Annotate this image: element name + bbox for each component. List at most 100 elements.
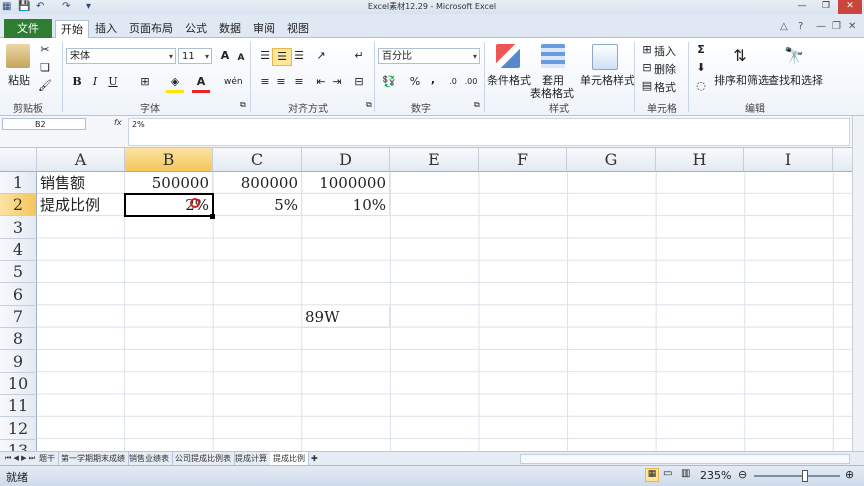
tab-review[interactable]: 审阅 bbox=[250, 20, 278, 38]
cell-d7[interactable]: 89W bbox=[302, 306, 390, 328]
cell-a1[interactable]: 销售额 bbox=[37, 172, 125, 194]
row-header-6[interactable]: 6 bbox=[0, 283, 37, 306]
column-header-g[interactable]: G bbox=[567, 148, 656, 172]
new-sheet-icon[interactable]: ✚ bbox=[308, 452, 321, 465]
delete-cells-button[interactable]: 删除 bbox=[654, 61, 676, 77]
cell-styles-icon[interactable] bbox=[592, 44, 618, 70]
worksheet-grid[interactable]: A B C D E F G H I 1 2 3 4 5 6 7 8 9 10 1… bbox=[0, 148, 852, 451]
find-select-icon[interactable]: 🔭 bbox=[782, 44, 806, 68]
fill-handle[interactable] bbox=[210, 214, 215, 219]
font-name-combo[interactable]: 宋体 ▾ bbox=[66, 48, 176, 64]
row-header-12[interactable]: 12 bbox=[0, 417, 37, 440]
italic-button[interactable]: I bbox=[86, 74, 104, 90]
font-size-combo[interactable]: 11 ▾ bbox=[178, 48, 212, 64]
cut-icon[interactable]: ✂ bbox=[36, 42, 54, 58]
doc-restore-icon[interactable]: ❐ bbox=[832, 21, 841, 32]
cell-styles-button[interactable]: 单元格样式 bbox=[580, 72, 635, 88]
conditional-format-icon[interactable] bbox=[496, 44, 520, 68]
sheet-tab-active[interactable]: 提成比例 bbox=[270, 452, 309, 465]
format-cells-button[interactable]: 格式 bbox=[654, 79, 676, 95]
paste-icon[interactable] bbox=[6, 44, 30, 68]
close-icon[interactable]: ✕ bbox=[838, 0, 862, 14]
row-header-2[interactable]: 2 bbox=[0, 194, 37, 216]
column-header-d[interactable]: D bbox=[302, 148, 390, 172]
page-layout-view-icon[interactable]: ▭ bbox=[663, 468, 672, 479]
zoom-out-icon[interactable]: ⊖ bbox=[738, 468, 747, 481]
sort-filter-button[interactable]: 排序和筛选 bbox=[714, 72, 769, 88]
format-table-line2[interactable]: 表格格式 bbox=[530, 85, 574, 101]
doc-close-icon[interactable]: ✕ bbox=[848, 21, 856, 32]
select-all-corner[interactable] bbox=[0, 148, 37, 172]
fill-color-icon[interactable]: ◈ bbox=[166, 74, 184, 93]
cell-c2[interactable]: 5% bbox=[213, 194, 302, 216]
tab-view[interactable]: 视图 bbox=[284, 20, 312, 38]
font-color-icon[interactable]: A bbox=[192, 74, 210, 93]
cell-c1[interactable]: 800000 bbox=[213, 172, 302, 194]
row-header-9[interactable]: 9 bbox=[0, 350, 37, 373]
tab-formulas[interactable]: 公式 bbox=[182, 20, 210, 38]
file-tab[interactable]: 文件 bbox=[4, 19, 52, 38]
insert-function-icon[interactable]: fx bbox=[114, 118, 122, 127]
cell-b1[interactable]: 500000 bbox=[125, 172, 213, 194]
insert-cells-button[interactable]: 插入 bbox=[654, 43, 676, 59]
border-icon[interactable]: ⊞ bbox=[136, 74, 154, 90]
underline-button[interactable]: U bbox=[104, 74, 122, 90]
row-header-3[interactable]: 3 bbox=[0, 216, 37, 239]
bold-button[interactable]: B bbox=[68, 74, 86, 90]
tab-insert[interactable]: 插入 bbox=[92, 20, 120, 38]
merge-center-icon[interactable]: ⊟ bbox=[350, 74, 368, 90]
row-header-4[interactable]: 4 bbox=[0, 239, 37, 261]
ribbon-collapse-icon[interactable]: △ bbox=[780, 21, 788, 32]
conditional-format-button[interactable]: 条件格式 bbox=[487, 72, 531, 88]
sheet-tab[interactable]: 公司提成比例表 bbox=[172, 452, 235, 465]
row-header-8[interactable]: 8 bbox=[0, 328, 37, 350]
dialog-launcher-icon[interactable]: ⧉ bbox=[474, 100, 480, 110]
paste-label[interactable]: 粘贴 bbox=[8, 72, 30, 88]
percent-button[interactable]: % bbox=[406, 74, 424, 90]
decrease-decimal-icon[interactable]: .00 bbox=[462, 74, 480, 90]
column-header-f[interactable]: F bbox=[479, 148, 567, 172]
horizontal-scrollbar[interactable] bbox=[520, 454, 850, 464]
row-header-7[interactable]: 7 bbox=[0, 306, 37, 328]
format-painter-icon[interactable]: 🖌 bbox=[36, 78, 54, 94]
column-header-a[interactable]: A bbox=[37, 148, 125, 172]
sheet-nav-icon[interactable]: ⏮ ◀ ▶ ⏭ bbox=[2, 452, 38, 465]
column-header-i[interactable]: I bbox=[744, 148, 833, 172]
column-header-e[interactable]: E bbox=[390, 148, 479, 172]
sheet-tab[interactable]: 第一学期期末成绩 bbox=[58, 452, 129, 465]
currency-icon[interactable]: 💱 bbox=[380, 74, 398, 90]
phonetic-icon[interactable]: wén bbox=[224, 74, 243, 90]
shrink-font-icon[interactable]: A bbox=[232, 50, 250, 66]
minimize-icon[interactable]: — bbox=[790, 0, 814, 14]
column-header-h[interactable]: H bbox=[656, 148, 744, 172]
increase-decimal-icon[interactable]: .0 bbox=[444, 74, 462, 90]
name-box[interactable]: B2 bbox=[2, 118, 86, 130]
comma-button[interactable]: , bbox=[424, 72, 442, 88]
tab-data[interactable]: 数据 bbox=[216, 20, 244, 38]
doc-minimize-icon[interactable]: — bbox=[816, 21, 826, 32]
find-select-button[interactable]: 查找和选择 bbox=[768, 72, 823, 88]
row-header-13[interactable]: 13 bbox=[0, 440, 37, 451]
row-header-5[interactable]: 5 bbox=[0, 261, 37, 283]
align-right-icon[interactable]: ≡ bbox=[290, 74, 308, 90]
number-format-combo[interactable]: 百分比 ▾ bbox=[378, 48, 480, 64]
orientation-icon[interactable]: ↗ bbox=[312, 48, 330, 64]
cell-d2[interactable]: 10% bbox=[302, 194, 390, 216]
row-header-1[interactable]: 1 bbox=[0, 172, 37, 194]
copy-icon[interactable]: ❏ bbox=[36, 60, 54, 76]
cell-d1[interactable]: 1000000 bbox=[302, 172, 390, 194]
align-center-icon[interactable]: ≡ bbox=[272, 74, 290, 90]
format-table-icon[interactable] bbox=[541, 44, 565, 68]
column-header-b[interactable]: B bbox=[125, 148, 213, 172]
dialog-launcher-icon[interactable]: ⧉ bbox=[240, 100, 246, 110]
column-header-c[interactable]: C bbox=[213, 148, 302, 172]
zoom-in-icon[interactable]: ⊕ bbox=[845, 468, 854, 481]
sheet-tab[interactable]: 题干 bbox=[36, 452, 59, 465]
row-header-11[interactable]: 11 bbox=[0, 395, 37, 417]
formula-input[interactable]: 2% bbox=[128, 118, 850, 146]
tab-home[interactable]: 开始 bbox=[55, 20, 89, 39]
clear-icon[interactable]: ◌ bbox=[692, 78, 710, 94]
sheet-tab[interactable]: 销售业绩表 bbox=[126, 452, 173, 465]
dialog-launcher-icon[interactable]: ⧉ bbox=[366, 100, 372, 110]
zoom-slider-track[interactable] bbox=[754, 475, 840, 477]
